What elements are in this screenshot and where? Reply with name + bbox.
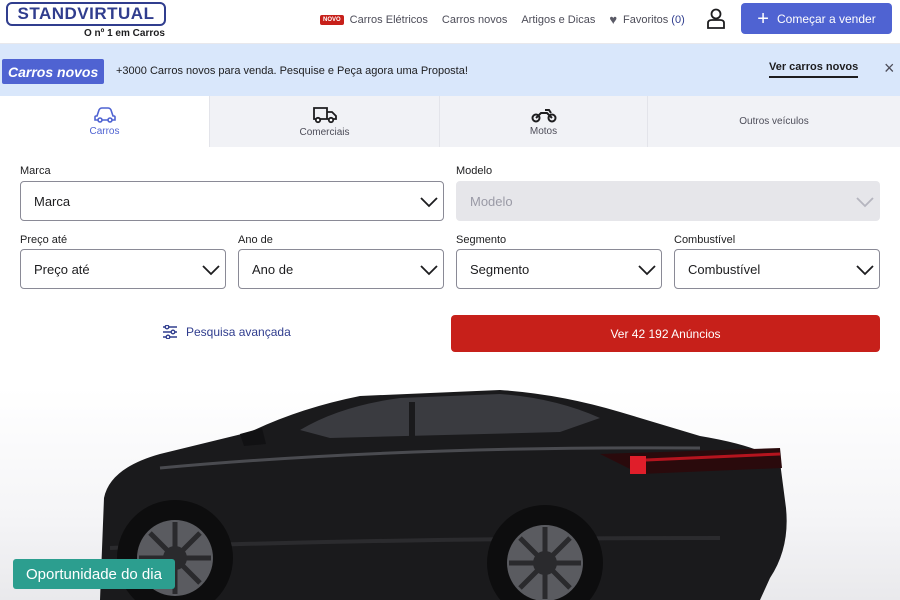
tab-label-carros: Carros — [89, 125, 120, 137]
segmento-select[interactable]: Segmento — [456, 249, 662, 289]
ver-carros-novos-link[interactable]: Ver carros novos — [769, 61, 859, 78]
combustivel-select-value: Combustível — [688, 261, 761, 277]
close-icon[interactable]: × — [884, 59, 895, 77]
favorites-count: (0) — [671, 13, 685, 26]
plus-icon: + — [757, 7, 769, 30]
search-form: Marca Marca Modelo Modelo Preço até Preç… — [0, 147, 900, 373]
filter-sliders-icon — [163, 325, 177, 339]
view-listings-button[interactable]: Ver 42 192 Anúncios — [451, 315, 880, 352]
view-listings-label: Ver 42 192 Anúncios — [610, 326, 721, 341]
modelo-select[interactable]: Modelo — [456, 181, 880, 221]
motorcycle-icon — [531, 108, 556, 122]
modelo-label: Modelo — [456, 165, 493, 177]
segmento-select-value: Segmento — [470, 261, 530, 277]
tab-carros[interactable]: Carros — [0, 96, 210, 147]
tab-comerciais[interactable]: Comerciais — [210, 96, 440, 147]
preco-select[interactable]: Preço até — [20, 249, 226, 289]
user-account-icon[interactable] — [706, 8, 726, 30]
tab-outros-veiculos[interactable]: Outros veículos — [648, 96, 900, 147]
promo-badge: Carros novos — [2, 59, 105, 84]
novo-badge: NOVO — [320, 14, 344, 25]
combustivel-label: Combustível — [674, 234, 736, 246]
nav-link-carros-eletricos[interactable]: Carros Elétricos — [350, 14, 428, 26]
combustivel-select[interactable]: Combustível — [674, 249, 880, 289]
chevron-down-icon — [856, 197, 874, 208]
standvirtual-logo[interactable]: STANDVIRTUAL — [6, 2, 166, 26]
marca-select[interactable]: Marca — [20, 181, 444, 221]
promo-text: +3000 Carros novos para venda. Pesquise … — [116, 65, 468, 77]
advanced-search-label: Pesquisa avançada — [186, 325, 291, 339]
top-header: STANDVIRTUAL O nº 1 em Carros NOVO Carro… — [0, 0, 900, 44]
ano-select-value: Ano de — [252, 261, 294, 277]
tab-label-outros-veiculos: Outros veículos — [739, 116, 809, 127]
advanced-search-link[interactable]: Pesquisa avançada — [162, 325, 291, 339]
start-selling-button[interactable]: + Começar a vender — [741, 3, 892, 34]
chevron-down-icon — [856, 265, 874, 276]
start-selling-label: Começar a vender — [776, 11, 876, 26]
promo-banner: Carros novos +3000 Carros novos para ven… — [0, 44, 900, 96]
marca-select-value: Marca — [34, 193, 71, 209]
chevron-down-icon — [202, 265, 220, 276]
car-icon — [93, 106, 116, 123]
ano-select[interactable]: Ano de — [238, 249, 444, 289]
tab-label-comerciais: Comerciais — [299, 126, 350, 138]
favorites-label: Favoritos — [623, 13, 669, 26]
modelo-select-value: Modelo — [470, 193, 513, 209]
chevron-down-icon — [420, 197, 438, 208]
logo-tagline: O nº 1 em Carros — [84, 28, 165, 39]
main-nav: NOVO Carros Elétricos Carros novos Artig… — [320, 12, 685, 27]
ano-label: Ano de — [238, 234, 273, 246]
nav-link-artigos-e-dicas[interactable]: Artigos e Dicas — [521, 14, 595, 26]
heart-icon: ♥ — [609, 12, 618, 27]
tab-label-motos: Motos — [529, 125, 558, 137]
chevron-down-icon — [420, 265, 438, 276]
vehicle-category-tabs: Carros Comerciais Motos Outros veículos — [0, 96, 900, 147]
favorites-link[interactable]: ♥ Favoritos (0) — [609, 12, 684, 27]
nav-link-carros-novos[interactable]: Carros novos — [442, 14, 507, 26]
preco-label: Preço até — [20, 234, 68, 246]
preco-select-value: Preço até — [34, 261, 90, 277]
tab-motos[interactable]: Motos — [440, 96, 648, 147]
van-icon — [312, 106, 337, 123]
segmento-label: Segmento — [456, 234, 507, 246]
marca-label: Marca — [20, 165, 51, 177]
chevron-down-icon — [638, 265, 656, 276]
opportunity-of-day-badge[interactable]: Oportunidade do dia — [13, 559, 175, 589]
